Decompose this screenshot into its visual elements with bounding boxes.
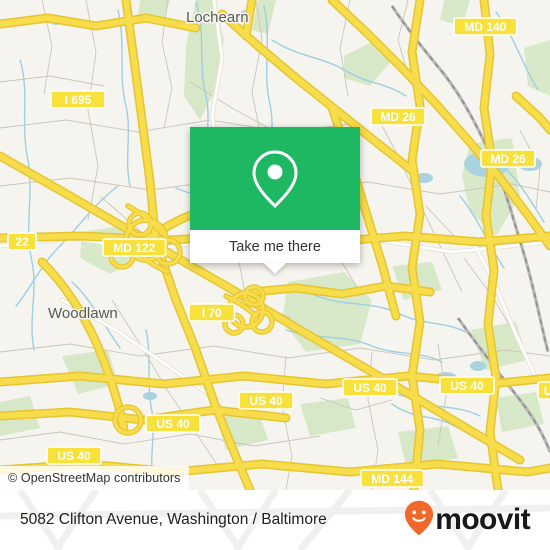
road-shield: I 695 — [50, 90, 106, 109]
road-shield-label: 22 — [15, 235, 29, 249]
road-shield: MD 26 — [370, 107, 426, 126]
road-shield: US 40 — [238, 391, 294, 410]
popup-header — [190, 127, 360, 230]
road-shield-label: MD 122 — [113, 241, 155, 255]
moovit-smiley-pin-icon — [404, 500, 434, 541]
popup-pointer — [264, 263, 286, 274]
footer-bar: 5082 Clifton Avenue, Washington / Baltim… — [0, 490, 550, 550]
road-shield-label: I 70 — [202, 306, 222, 320]
take-me-there-button[interactable]: Take me there — [190, 230, 360, 263]
place-label: Woodlawn — [48, 305, 118, 322]
road-shield: US 40 — [439, 376, 495, 395]
road-shield-label: MD 26 — [490, 152, 526, 166]
road-shield-label: US 40 — [57, 449, 91, 463]
road-shield: MD 140 — [453, 17, 518, 36]
osm-attribution-text: © OpenStreetMap contributors — [8, 471, 181, 485]
road-shield-label: US 40 — [249, 394, 283, 408]
road-shield-label: MD 26 — [380, 110, 416, 124]
road-shield: US 40 — [145, 414, 201, 433]
road-shield: I 70 — [188, 303, 236, 322]
road-shield: 22 — [7, 232, 38, 251]
location-address: 5082 Clifton Avenue, Washington / Baltim… — [20, 511, 327, 528]
map-canvas[interactable]: .rd-cas { fill:none; stroke:#e6c52f; str… — [0, 0, 550, 490]
road-shield: MD 144 — [360, 469, 425, 488]
road-shield-label: US 40 — [156, 417, 190, 431]
road-shield-label: US 40 — [450, 379, 484, 393]
location-popup-card[interactable]: Take me there — [190, 127, 360, 274]
road-shield-label: MD 140 — [464, 20, 506, 34]
road-shield-label: I 695 — [65, 93, 92, 107]
take-me-there-label: Take me there — [229, 238, 321, 255]
road-shield: US 40 — [342, 378, 398, 397]
osm-attribution: © OpenStreetMap contributors — [0, 466, 189, 490]
road-shield: US 40 — [46, 446, 102, 465]
place-label: Lochearn — [186, 9, 249, 26]
moovit-map-screenshot: .rd-cas { fill:none; stroke:#e6c52f; str… — [0, 0, 550, 550]
road-shield-label: US — [544, 384, 550, 398]
road-shield: MD 122 — [102, 238, 167, 257]
moovit-logo[interactable]: moovit — [404, 500, 531, 541]
road-shield: US — [537, 381, 550, 400]
road-shield-label: US 40 — [353, 381, 387, 395]
map-pin-icon — [249, 148, 301, 210]
road-shield: MD 26 — [480, 149, 536, 168]
moovit-wordmark: moovit — [435, 503, 530, 536]
road-shield-label: MD 144 — [371, 472, 413, 486]
